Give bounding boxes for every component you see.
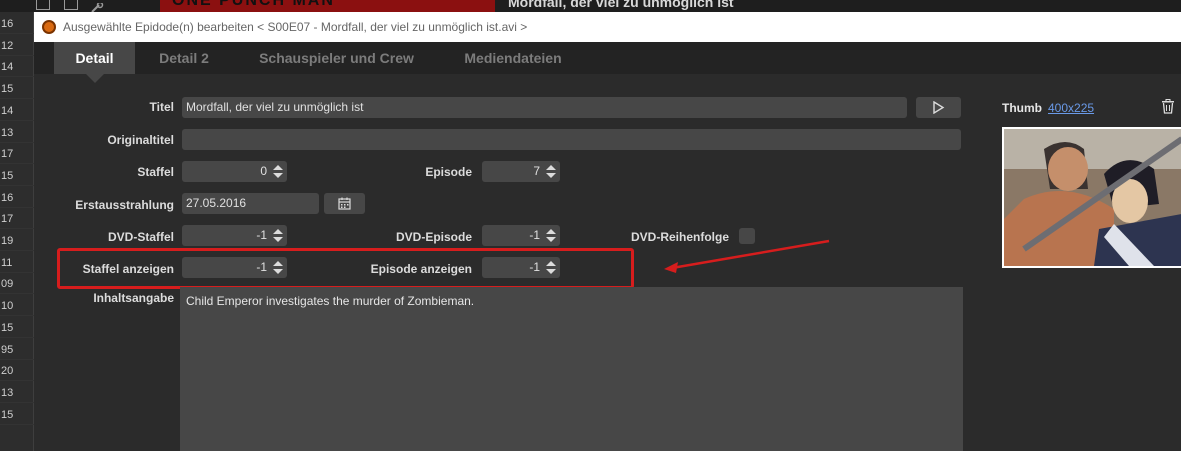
erstausstrahlung-input[interactable]: 27.05.2016 — [182, 193, 319, 214]
calendar-button[interactable] — [324, 193, 365, 214]
spinner-arrows-icon[interactable] — [273, 165, 283, 178]
row-number: 15 — [0, 318, 34, 338]
dvd-episode-value: -1 — [529, 228, 540, 242]
annotation-highlight-box — [57, 248, 634, 289]
background-app-strip: ONE PUNCH MAN Mordfall, der viel zu unmö… — [0, 0, 1181, 13]
staffel-label: Staffel — [137, 165, 174, 179]
wrench-icon — [90, 0, 104, 13]
episode-spinner[interactable]: 7 — [482, 161, 560, 182]
titel-input[interactable]: Mordfall, der viel zu unmöglich ist — [182, 97, 907, 118]
active-tab-indicator — [86, 74, 104, 83]
row-number: 14 — [0, 57, 34, 78]
thumb-label: Thumb — [1002, 101, 1042, 115]
app-icon — [42, 20, 56, 34]
trash-icon[interactable] — [1161, 99, 1175, 114]
row-number-strip: 16 12 14 15 14 13 17 15 16 17 19 11 09 10 15 95 20 13 15 — [0, 12, 34, 451]
dvd-episode-label: DVD-Episode — [395, 230, 472, 244]
originaltitel-input[interactable] — [182, 129, 961, 150]
dvd-episode-spinner[interactable]: -1 — [482, 225, 560, 246]
row-number: 19 — [0, 231, 34, 251]
row-number: 95 — [0, 340, 34, 360]
window-title: Ausgewählte Epidode(n) bearbeiten < S00E… — [63, 20, 528, 34]
inhaltsangabe-label: Inhaltsangabe — [93, 291, 174, 305]
staffel-spinner[interactable]: 0 — [182, 161, 287, 182]
row-number: 17 — [0, 144, 34, 165]
row-number: 16 — [0, 14, 34, 34]
row-number: 10 — [0, 296, 34, 317]
spinner-arrows-icon[interactable] — [546, 229, 556, 242]
row-number: 17 — [0, 209, 34, 230]
dvd-staffel-value: -1 — [256, 228, 267, 242]
thumbnail-image[interactable] — [1002, 127, 1181, 268]
titel-label: Titel — [149, 100, 174, 114]
spinner-arrows-icon[interactable] — [546, 165, 556, 178]
calendar-icon — [338, 197, 351, 210]
row-number: 15 — [0, 166, 34, 186]
episode-label: Episode — [425, 165, 472, 179]
originaltitel-label: Originaltitel — [107, 133, 174, 147]
row-number: 14 — [0, 101, 34, 121]
dvd-staffel-label: DVD-Staffel — [107, 230, 174, 244]
list-icon — [36, 0, 50, 10]
staffel-value: 0 — [260, 164, 267, 178]
tab-bar: Detail Detail 2 Schauspieler und Crew Me… — [34, 42, 1181, 74]
episode-value: 7 — [533, 164, 540, 178]
tab-detail-2[interactable]: Detail 2 — [144, 42, 224, 74]
window-titlebar[interactable]: Ausgewählte Epidode(n) bearbeiten < S00E… — [34, 12, 1181, 42]
row-number: 12 — [0, 36, 34, 56]
tab-detail[interactable]: Detail — [54, 42, 135, 74]
inhaltsangabe-textarea[interactable]: Child Emperor investigates the murder of… — [180, 287, 963, 451]
erstausstrahlung-label: Erstausstrahlung — [75, 198, 174, 212]
thumb-size-link[interactable]: 400x225 — [1048, 101, 1094, 115]
row-number: 20 — [0, 361, 34, 382]
play-icon — [933, 101, 945, 114]
spinner-arrows-icon[interactable] — [273, 229, 283, 242]
row-number: 15 — [0, 79, 34, 100]
row-number: 13 — [0, 123, 34, 143]
row-number: 11 — [0, 253, 34, 273]
row-number: 13 — [0, 383, 34, 403]
dvd-staffel-spinner[interactable]: -1 — [182, 225, 287, 246]
tab-cast-crew[interactable]: Schauspieler und Crew — [244, 42, 429, 74]
edit-episode-dialog: Detail Detail 2 Schauspieler und Crew Me… — [34, 42, 1181, 451]
background-poster: ONE PUNCH MAN — [160, 0, 495, 12]
tab-media-files[interactable]: Mediendateien — [446, 42, 580, 74]
row-number: 16 — [0, 188, 34, 208]
image-icon — [64, 0, 78, 10]
row-number: 15 — [0, 405, 34, 425]
play-button[interactable] — [916, 97, 961, 118]
row-number: 09 — [0, 274, 34, 295]
background-episode-title: Mordfall, der viel zu unmöglich ist — [508, 0, 734, 10]
annotation-arrow-icon — [664, 239, 830, 273]
